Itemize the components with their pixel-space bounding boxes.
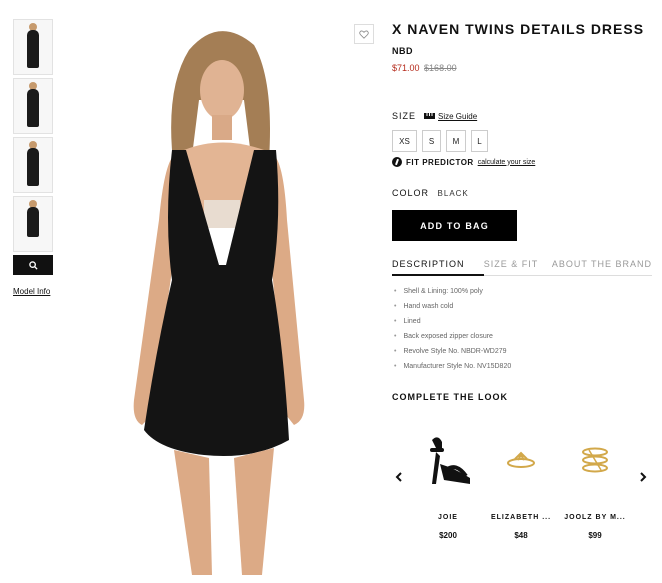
sandal-icon <box>430 437 470 484</box>
product-brand[interactable]: NBD <box>392 46 657 56</box>
list-item: Shell & Lining: 100% poly <box>392 288 511 303</box>
add-to-bag-button[interactable]: ADD TO BAG <box>392 210 517 241</box>
thumbnail-full[interactable] <box>13 196 53 252</box>
size-row: SIZE Size Guide <box>392 111 477 121</box>
model-info-link[interactable]: Model Info <box>13 287 50 296</box>
product-info: X NAVEN TWINS DETAILS DRESS NBD $71.00 $… <box>392 21 657 73</box>
look-item-price: $48 <box>514 531 528 540</box>
size-label: SIZE <box>392 111 417 121</box>
wishlist-button[interactable] <box>354 24 374 44</box>
list-item: Lined <box>392 318 511 333</box>
thumbnail-side[interactable] <box>13 78 53 134</box>
zoom-button[interactable] <box>13 255 53 275</box>
look-item-name: JOIE <box>438 514 458 521</box>
size-options: XS S M L <box>392 130 488 152</box>
ring-icon <box>507 451 535 468</box>
list-item: Manufacturer Style No. NV15D820 <box>392 363 511 378</box>
complete-the-look-title: COMPLETE THE LOOK <box>392 392 508 402</box>
carousel-prev-button[interactable] <box>395 470 402 485</box>
color-value: BLACK <box>437 189 469 198</box>
size-option-xs[interactable]: XS <box>392 130 417 152</box>
look-item[interactable]: JOOLZ BY M... $99 <box>560 420 630 540</box>
calculate-size-link[interactable]: calculate your size <box>478 159 536 166</box>
carousel-next-button[interactable] <box>640 470 647 485</box>
size-option-l[interactable]: L <box>471 130 488 152</box>
size-guide-label: Size Guide <box>438 111 478 121</box>
fit-predictor: FIT PREDICTOR calculate your size <box>392 157 535 167</box>
look-item[interactable]: ELIZABETH ... $48 <box>486 420 556 540</box>
list-item: Back exposed zipper closure <box>392 333 511 348</box>
look-item-price: $200 <box>439 531 457 540</box>
heart-icon <box>359 30 369 39</box>
price-row: $71.00 $168.00 <box>392 63 657 73</box>
description-list: Shell & Lining: 100% poly Hand wash cold… <box>392 288 511 378</box>
list-item: Revolve Style No. NBDR-WD279 <box>392 348 511 363</box>
stacked-ring-icon <box>582 447 608 473</box>
fit-predictor-icon <box>392 157 402 167</box>
size-option-m[interactable]: M <box>446 130 466 152</box>
product-title: X NAVEN TWINS DETAILS DRESS <box>392 21 645 37</box>
ruler-icon <box>424 113 436 119</box>
sale-price: $71.00 <box>392 63 420 73</box>
tab-about-brand[interactable]: ABOUT THE BRAND <box>552 259 652 275</box>
list-item: Hand wash cold <box>392 303 511 318</box>
thumbnail-back[interactable] <box>13 137 53 193</box>
chevron-right-icon <box>640 472 647 482</box>
product-main-image <box>133 31 305 575</box>
chevron-left-icon <box>395 472 402 482</box>
color-label: COLOR <box>392 188 430 198</box>
look-item-price: $99 <box>588 531 602 540</box>
fit-predictor-label: FIT PREDICTOR <box>406 157 474 167</box>
original-price: $168.00 <box>424 63 457 73</box>
color-row: COLOR BLACK <box>392 188 469 198</box>
look-item-name: ELIZABETH ... <box>490 514 552 521</box>
thumbnail-front[interactable] <box>13 19 53 75</box>
product-tabs: DESCRIPTION SIZE & FIT ABOUT THE BRAND <box>392 259 652 276</box>
size-guide-link[interactable]: Size Guide <box>424 112 477 121</box>
tab-size-fit[interactable]: SIZE & FIT <box>484 259 552 275</box>
thumbnail-gallery <box>13 19 53 275</box>
look-item-name: JOOLZ BY M... <box>564 514 626 521</box>
search-icon <box>28 260 38 270</box>
size-option-s[interactable]: S <box>422 130 441 152</box>
look-item[interactable]: JOIE $200 <box>413 420 483 540</box>
tab-description[interactable]: DESCRIPTION <box>392 259 484 276</box>
